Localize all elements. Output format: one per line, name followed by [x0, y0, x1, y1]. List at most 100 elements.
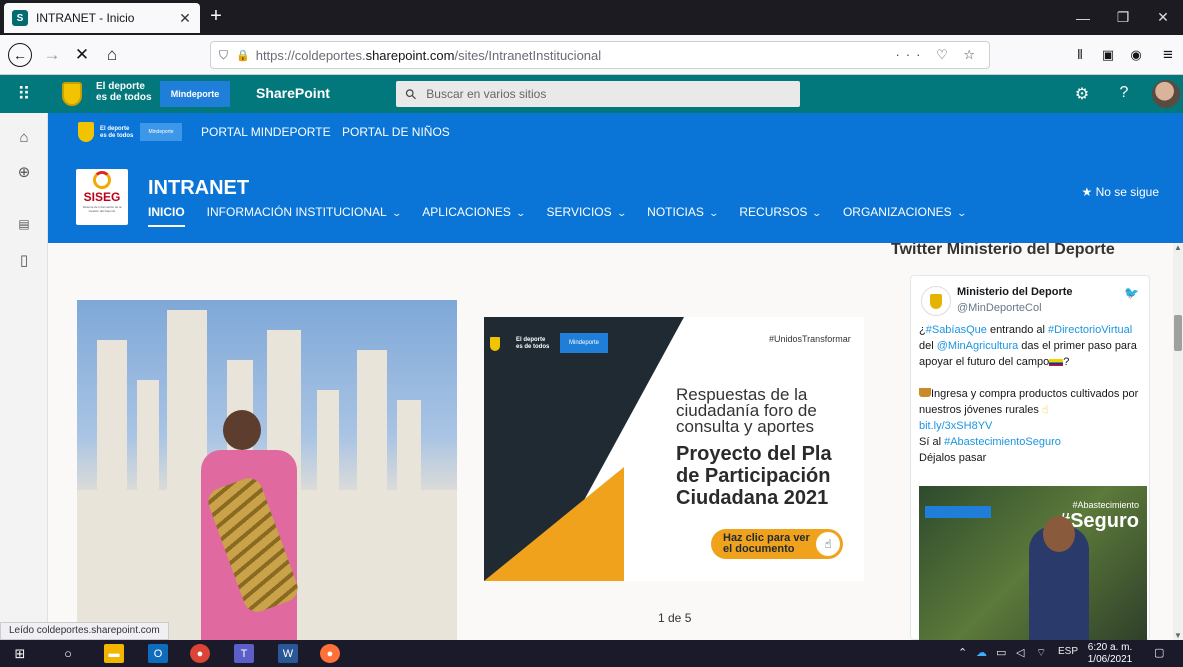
hero-news-image[interactable]: [77, 300, 457, 640]
search-icon[interactable]: ○: [58, 644, 78, 663]
help-icon[interactable]: ?: [1114, 84, 1134, 102]
hub-mindeporte-logo[interactable]: Mindeporte: [140, 123, 182, 141]
forward-arrow-icon[interactable]: →: [40, 43, 64, 67]
windows-taskbar: ⊞ ○ ▬ O ● T W ● ⌃ ☁ ▭ ◁ ⌔ ESP 6:20 a. m.…: [0, 640, 1183, 667]
search-input[interactable]: ⚲ Buscar en varios sitios: [396, 81, 800, 107]
twitter-heading: Twitter Ministerio del Deporte: [891, 243, 1115, 258]
site-title[interactable]: INTRANET: [148, 177, 249, 200]
notifications-icon[interactable]: ▢: [1154, 646, 1164, 659]
sidebar-icon[interactable]: ▣: [1096, 43, 1120, 67]
hub-navigation: El deporte es de todos Mindeporte PORTAL …: [48, 113, 1183, 153]
lock-icon[interactable]: 🔒: [236, 49, 250, 62]
siseg-logo[interactable]: SISEG Sistema de Información de la Gesti…: [76, 169, 128, 225]
app-bar: ⌂ ⊕ ▤ ▯: [0, 113, 48, 640]
carousel-pager: 1 de 5: [658, 611, 692, 625]
tweet-image[interactable]: #Abastecimiento #Seguro: [919, 486, 1147, 640]
short-link[interactable]: bit.ly/3xSH8YV: [919, 420, 992, 432]
hashtag-link[interactable]: #AbastecimientoSeguro: [944, 436, 1061, 448]
new-tab-button[interactable]: +: [205, 6, 227, 28]
window-close-icon[interactable]: ✕: [1143, 0, 1183, 35]
scroll-down-icon[interactable]: ▼: [1174, 631, 1182, 640]
cyclist-with-trophy: [195, 410, 305, 640]
tab-close-icon[interactable]: ✕: [178, 10, 192, 27]
nav-servicios[interactable]: SERVICIOS ⌄: [546, 205, 626, 227]
hashtag-link[interactable]: #DirectorioVirtual: [1048, 324, 1132, 336]
account-icon[interactable]: ◉: [1124, 43, 1148, 67]
page-actions-icons[interactable]: ··· ♡ ☆: [895, 47, 981, 63]
sharepoint-title[interactable]: SharePoint: [256, 85, 330, 101]
scroll-up-icon[interactable]: ▲: [1174, 243, 1182, 252]
nav-noticias[interactable]: NOTICIAS ⌄: [647, 205, 719, 227]
carousel-slide[interactable]: El deporte es de todos Mindeporte #Unidos…: [484, 317, 864, 581]
slide-hashtag: #UnidosTransformar: [769, 334, 851, 344]
chevron-down-icon: ⌄: [956, 208, 967, 218]
nav-inicio[interactable]: INICIO: [148, 205, 185, 227]
mention-link[interactable]: @MinAgricultura: [937, 340, 1018, 352]
basket-icon: [919, 388, 931, 397]
chevron-down-icon: ⌄: [708, 208, 719, 218]
sharepoint-favicon-icon: S: [12, 10, 28, 26]
nav-recursos[interactable]: RECURSOS ⌄: [739, 205, 822, 227]
tweet-author-name[interactable]: Ministerio del Deporte: [957, 286, 1073, 298]
hub-link-portal-ninos[interactable]: PORTAL DE NIÑOS: [342, 125, 450, 139]
scroll-thumb[interactable]: [1174, 315, 1182, 351]
tweet-text: ¿#SabíasQue entrando al #DirectorioVirtu…: [919, 324, 1139, 464]
windows-start-icon[interactable]: ⊞: [10, 644, 30, 663]
siseg-mark-icon: [93, 171, 111, 189]
nav-informacion-institucional[interactable]: INFORMACIÓN INSTITUCIONAL ⌄: [207, 205, 402, 227]
globe-icon[interactable]: ⊕: [0, 163, 48, 181]
hub-link-portal-mindeporte[interactable]: PORTAL MINDEPORTE: [201, 125, 331, 139]
clock[interactable]: 6:20 a. m. 1/06/2021: [1086, 642, 1134, 666]
minimize-icon[interactable]: —: [1063, 0, 1103, 35]
tweet-author-handle[interactable]: @MinDeporteCol: [957, 302, 1042, 314]
coat-of-arms-logo: [78, 122, 94, 142]
site-navigation: INICIO INFORMACIÓN INSTITUCIONAL ⌄ APLICA…: [148, 205, 987, 227]
battery-icon[interactable]: ▭: [996, 646, 1006, 659]
tweet-avatar[interactable]: [921, 286, 951, 316]
browser-tab[interactable]: S INTRANET - Inicio ✕: [4, 3, 200, 33]
settings-gear-icon[interactable]: ⚙: [1072, 84, 1092, 104]
slide-cta-button[interactable]: Haz clic para ver el documento ☝: [711, 529, 843, 559]
pointing-hand-icon: ☝: [816, 532, 840, 556]
stop-loading-icon[interactable]: ✕: [70, 43, 94, 67]
tray-chevron-up-icon[interactable]: ⌃: [958, 646, 967, 659]
twitter-bird-icon[interactable]: 🐦: [1124, 286, 1139, 300]
suite-bar: ⠿ El deporte es de todos Mindeporte Share…: [0, 75, 1183, 113]
nav-organizaciones[interactable]: ORGANIZACIONES ⌄: [843, 205, 967, 227]
mindeporte-logo[interactable]: Mindeporte: [160, 81, 230, 107]
coat-of-arms-logo: [490, 337, 500, 351]
colombia-flag-icon: [1049, 358, 1064, 366]
news-icon[interactable]: ▤: [0, 217, 48, 231]
app-launcher-icon[interactable]: ⠿: [0, 75, 48, 113]
hashtag-link[interactable]: #SabíasQue: [926, 324, 987, 336]
follow-button[interactable]: ★ No se sigue: [1082, 185, 1159, 199]
library-icon[interactable]: ⫴: [1068, 43, 1092, 67]
word-icon[interactable]: W: [278, 644, 298, 663]
onedrive-cloud-icon[interactable]: ☁: [976, 646, 987, 659]
wifi-icon[interactable]: ⌔: [1036, 646, 1046, 660]
teams-icon[interactable]: T: [234, 644, 254, 663]
file-explorer-icon[interactable]: ▬: [104, 644, 124, 663]
site-header: SISEG Sistema de Información de la Gesti…: [48, 153, 1183, 243]
volume-icon[interactable]: ◁: [1016, 646, 1024, 659]
url-bar[interactable]: ⛉ 🔒 https://coldeportes.sharepoint.com/s…: [210, 41, 990, 69]
back-arrow-icon[interactable]: ←: [8, 43, 32, 67]
restore-icon[interactable]: ❐: [1103, 0, 1143, 35]
home-icon[interactable]: ⌂: [100, 43, 124, 67]
hub-brand-slogan: El deporte es de todos: [100, 126, 134, 139]
brand-slogan: El deporte es de todos: [96, 81, 152, 103]
nav-aplicaciones[interactable]: APLICACIONES ⌄: [422, 205, 526, 227]
url-text[interactable]: https://coldeportes.sharepoint.com/sites…: [256, 48, 896, 63]
user-avatar[interactable]: [1152, 80, 1180, 108]
tracking-shield-icon[interactable]: ⛉: [219, 48, 228, 63]
language-indicator[interactable]: ESP: [1058, 646, 1078, 657]
home-icon[interactable]: ⌂: [0, 129, 48, 146]
document-icon[interactable]: ▯: [0, 251, 48, 269]
menu-icon[interactable]: ≡: [1156, 43, 1180, 67]
outlook-icon[interactable]: O: [148, 644, 168, 663]
browser-status-text: Leído coldeportes.sharepoint.com: [0, 622, 169, 640]
chrome-icon[interactable]: ●: [190, 644, 210, 663]
page-scrollbar[interactable]: ▲ ▼: [1173, 243, 1183, 640]
firefox-icon[interactable]: ●: [320, 644, 340, 663]
tweet-card[interactable]: Ministerio del Deporte @MinDeporteCol 🐦 …: [910, 275, 1150, 640]
